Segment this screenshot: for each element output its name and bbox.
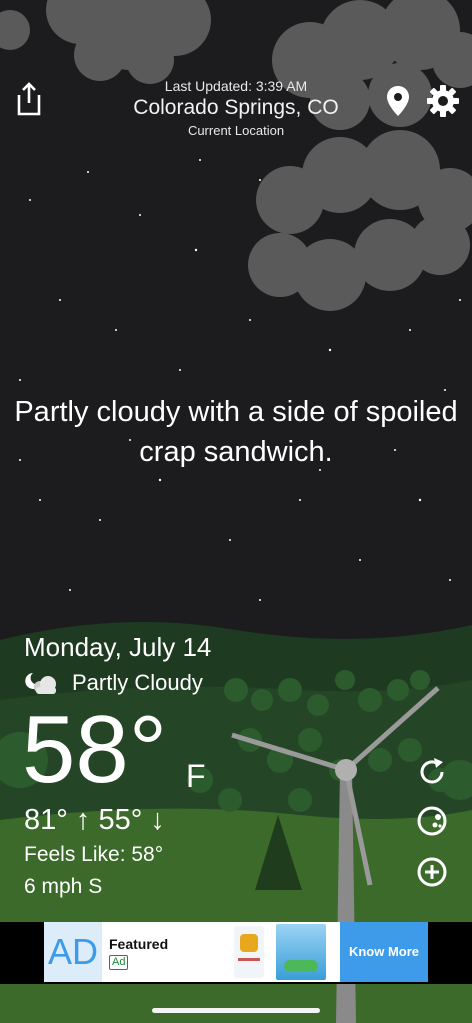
gear-icon	[427, 85, 459, 117]
ad-app-image	[234, 926, 264, 978]
temperature-unit[interactable]: F	[186, 758, 206, 795]
add-circle-icon	[417, 857, 447, 887]
ad-featured-label: Featured	[109, 936, 169, 952]
low-temp: 55°	[98, 804, 143, 836]
location-label: Current Location	[187, 123, 285, 138]
home-indicator[interactable]	[152, 1008, 320, 1013]
down-arrow-icon: ↓	[142, 804, 165, 836]
forecast-date: Monday, July 14	[24, 632, 212, 662]
location-pin-icon	[387, 86, 409, 116]
wind-speed: 6 mph S	[24, 875, 103, 898]
refresh-icon	[420, 758, 444, 784]
location-button[interactable]	[384, 84, 412, 118]
up-arrow-icon: ↑	[67, 804, 99, 836]
weather-scene-background	[0, 0, 472, 1023]
current-temperature: 58°	[22, 696, 168, 803]
ad-logo: AD	[44, 922, 102, 982]
ad-banner[interactable]: AD Featured Ad Know More	[44, 922, 428, 982]
high-low: 81° ↑ 55° ↓	[24, 804, 165, 837]
moon-phase-icon	[417, 806, 447, 836]
moon-phase-button[interactable]	[414, 803, 450, 839]
refresh-button[interactable]	[414, 754, 450, 790]
high-temp: 81°	[24, 804, 68, 836]
weather-tagline: Partly cloudy with a side of spoiled cra…	[14, 396, 458, 468]
settings-button[interactable]	[425, 83, 461, 119]
know-more-button[interactable]: Know More	[340, 922, 428, 982]
condition-text: Partly Cloudy	[72, 670, 203, 695]
ad-badge: Ad	[109, 955, 129, 970]
feels-like: Feels Like: 58°	[24, 843, 164, 866]
add-location-button[interactable]	[414, 854, 450, 890]
ad-promo-image	[276, 924, 326, 980]
